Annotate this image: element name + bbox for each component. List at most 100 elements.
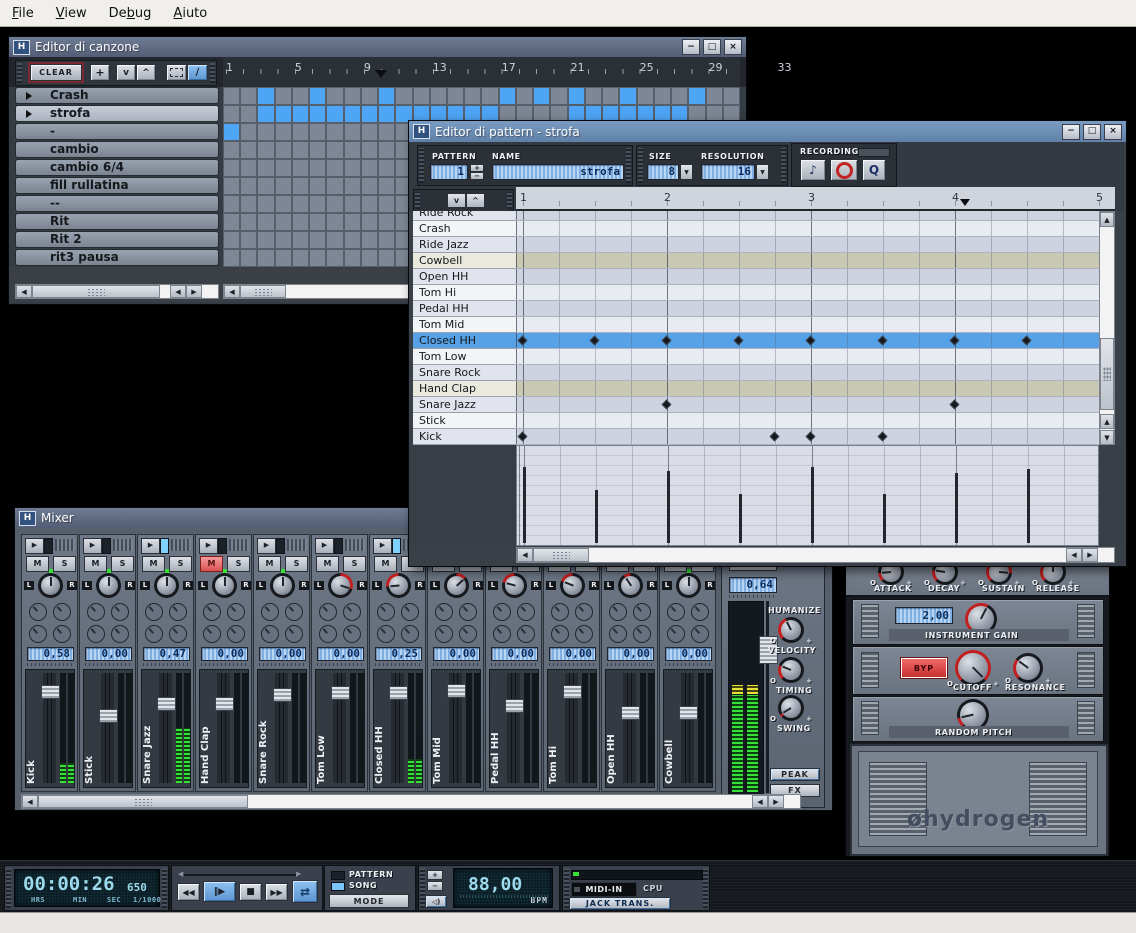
fx-send-knob[interactable] [261,603,279,621]
song-cell[interactable] [326,159,343,177]
song-cell[interactable] [240,159,257,177]
song-cell[interactable] [240,231,257,249]
humanize-velocity-knob[interactable]: O+ [778,617,804,643]
song-cell[interactable] [602,87,619,105]
mute-button[interactable]: M [258,556,281,572]
menu-view[interactable]: View [52,3,99,24]
pan-knob[interactable] [676,573,701,598]
song-cell[interactable] [326,249,343,267]
song-cell[interactable] [309,195,326,213]
pattern-mode-label[interactable]: PATTERN [349,870,393,879]
song-cell[interactable] [344,195,361,213]
song-cell[interactable] [223,213,240,231]
song-cell[interactable] [292,249,309,267]
fx-send-knob[interactable] [435,625,453,643]
instrument-lane[interactable] [516,237,1099,253]
instrument-row-name[interactable]: Snare Rock [413,365,516,381]
fx-send-knob[interactable] [145,603,163,621]
song-cell[interactable] [309,231,326,249]
instrument-lane[interactable] [516,397,1099,413]
song-cell[interactable] [240,195,257,213]
menu-debug[interactable]: Debug [105,3,164,24]
fx-send-knob[interactable] [145,625,163,643]
song-cell[interactable] [361,123,378,141]
song-cell[interactable] [533,87,550,105]
fader-track[interactable] [623,673,636,783]
song-cell[interactable] [292,159,309,177]
song-cell[interactable] [413,87,430,105]
song-cell[interactable] [240,141,257,159]
fx-send-knob[interactable] [691,603,709,621]
song-cell[interactable] [223,249,240,267]
song-cell[interactable] [378,105,395,123]
instrument-lane[interactable] [516,253,1099,269]
fx-send-knob[interactable] [29,603,47,621]
bpm-up-button[interactable]: + [427,870,443,880]
note[interactable] [878,432,888,442]
song-cell[interactable] [292,87,309,105]
solo-button[interactable]: S [169,556,192,572]
strip-play-button[interactable]: ▶ [257,538,276,554]
song-cell[interactable] [344,177,361,195]
hear-notes-button[interactable]: ♪ [800,159,826,181]
song-cell[interactable] [361,105,378,123]
song-cell[interactable] [240,87,257,105]
instrument-row-name[interactable]: Hand Clap [413,381,516,397]
fx-send-knob[interactable] [87,603,105,621]
pan-knob[interactable] [502,573,527,598]
pattern-name-button[interactable]: Crash [15,87,219,104]
velocity-bar[interactable] [667,471,670,543]
solo-button[interactable]: S [285,556,308,572]
song-cell[interactable] [361,141,378,159]
song-cell[interactable] [326,177,343,195]
fader-handle[interactable] [157,697,176,711]
song-cell[interactable] [447,87,464,105]
fader-handle[interactable] [273,688,292,702]
size-dropdown-button[interactable]: ▼ [680,164,693,180]
song-cell[interactable] [344,231,361,249]
pattern-spin-down-button[interactable]: − [470,172,484,180]
pattern-name-button[interactable]: rit3 pausa [15,249,219,266]
note[interactable] [950,336,960,346]
fx-send-knob[interactable] [343,603,361,621]
song-cell[interactable] [275,159,292,177]
fader-handle[interactable] [621,706,640,720]
mode-button[interactable]: MODE [329,894,409,908]
song-cell[interactable] [619,87,636,105]
fx-send-knob[interactable] [227,625,245,643]
song-cell[interactable] [223,231,240,249]
song-cell[interactable] [309,105,326,123]
filter-bypass-button[interactable]: BYP [901,658,947,678]
add-pattern-button[interactable]: + [90,64,110,81]
song-position-slider[interactable] [182,874,300,876]
close-button[interactable]: × [724,39,742,55]
song-cell[interactable] [275,105,292,123]
pan-knob[interactable] [444,573,469,598]
menu-aiuto[interactable]: Aiuto [169,3,219,24]
fx-send-knob[interactable] [459,603,477,621]
song-cell[interactable] [240,249,257,267]
song-cell[interactable] [223,141,240,159]
fx-send-knob[interactable] [517,603,535,621]
instrument-lane[interactable] [516,429,1099,445]
song-cell[interactable] [464,87,481,105]
song-cell[interactable] [326,105,343,123]
instrument-lane[interactable] [516,269,1099,285]
song-cell[interactable] [378,87,395,105]
song-cell[interactable] [275,249,292,267]
song-cell[interactable] [395,87,412,105]
fader-handle[interactable] [679,706,698,720]
song-cell[interactable] [481,87,498,105]
strip-play-button[interactable]: ▶ [373,538,392,554]
song-cell[interactable] [326,141,343,159]
fader-handle[interactable] [447,684,466,698]
fx-send-knob[interactable] [493,603,511,621]
show-peaks-button[interactable]: PEAK [770,768,820,781]
humanize-timing-knob[interactable]: O+ [778,657,804,683]
fx-send-knob[interactable] [401,625,419,643]
draw-mode-button[interactable]: ∕ [187,64,208,81]
song-cell[interactable] [344,87,361,105]
fx-send-knob[interactable] [319,603,337,621]
fx-send-knob[interactable] [53,603,71,621]
instrument-lane[interactable] [516,285,1099,301]
